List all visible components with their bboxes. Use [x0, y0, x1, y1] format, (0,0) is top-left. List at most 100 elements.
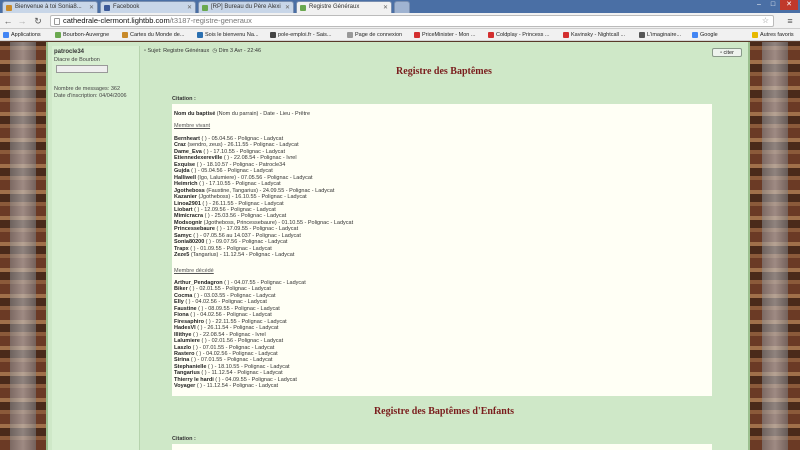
record-name: Exquise: [174, 161, 196, 168]
menu-icon[interactable]: ≡: [784, 15, 796, 27]
new-tab-button[interactable]: [394, 1, 410, 13]
record-name: Voyager: [174, 383, 196, 390]
section-title: Registre des Baptêmes d'Enfants: [373, 406, 515, 417]
bookmark-item[interactable]: Cartes du Monde de...: [122, 31, 184, 40]
message-count: Nombre de messages: 362: [54, 86, 121, 92]
bookmark-label: L'imaginaire...: [647, 32, 682, 38]
record-name: Samyc: [174, 232, 192, 239]
bookmark-item[interactable]: Bourbon-Auvergne: [55, 31, 109, 40]
favicon-icon: [202, 5, 208, 11]
citation-label: Citation :: [172, 436, 196, 442]
record-details: ( ) - 05.04.56 - Polignac - Ladycat: [199, 136, 284, 142]
google-icon: [692, 32, 698, 38]
bookmark-star-icon[interactable]: ☆: [762, 16, 769, 26]
clock-icon: ◷: [212, 48, 218, 54]
format-rest: (Nom du parrain) - Date - Lieu - Prêtre: [215, 111, 311, 117]
record-details: ( ) - 04.07.55 - Polignac - Ladycat: [222, 280, 306, 286]
record-details: ( ) - 09.07.56 - Polignac - Ladycat: [204, 239, 288, 246]
record-name: Halliwell: [174, 174, 197, 181]
record-name: Firesaphiro: [174, 318, 204, 325]
youtube-icon: [488, 32, 494, 38]
browser-tab-active[interactable]: Registre Généraux ✕: [296, 1, 392, 13]
bookmark-label: PriceMinister - Mon ...: [422, 32, 476, 38]
post-date: Dim 3 Avr - 22:46: [218, 48, 262, 54]
post-subject: Sujet: Registre Généraux: [147, 48, 210, 54]
close-icon[interactable]: ✕: [285, 4, 290, 11]
record-name: Laszlo: [174, 344, 192, 351]
record-details: ( ) - 25.03.56 - Polignac - Ladycat: [203, 213, 287, 220]
page-icon: [54, 18, 60, 25]
back-icon[interactable]: ←: [2, 15, 14, 27]
format-line: Nom du baptisé (Nom du parrain) - Date -…: [174, 111, 310, 118]
favicon-icon: [300, 5, 306, 11]
tab-title: Registre Généraux: [309, 4, 360, 10]
bookmark-item[interactable]: Google: [692, 31, 718, 40]
record-name: HadesVI: [174, 325, 196, 332]
close-icon[interactable]: ✕: [187, 4, 192, 11]
url-host: cathedrale-clermont.lightbb.com: [63, 16, 170, 25]
reload-icon[interactable]: ↻: [32, 15, 44, 27]
record-details: ( ) - 07.05.56 au 14.037 - Polignac - La…: [191, 232, 301, 239]
close-icon[interactable]: ✕: [89, 4, 94, 11]
record-details: ( ) - 12.09.56 - Polignac - Ladycat: [192, 206, 276, 213]
group-heading-deceased: Membre décédé: [174, 268, 214, 274]
record-name: Craz: [174, 142, 186, 149]
username[interactable]: patrocle34: [54, 49, 84, 55]
record-details: (Faustine, Tangarius) - 24.09.55 - Polig…: [204, 187, 335, 194]
browser-tab[interactable]: Facebook ✕: [100, 1, 196, 13]
registration-date: Date d'inscription: 04/04/2006: [54, 93, 127, 99]
bookmark-item[interactable]: Kavinsky - Nightcall ...: [563, 31, 625, 40]
bookmark-item[interactable]: Coldplay - Princess ...: [488, 31, 550, 40]
record-details: ( ) - 26.11.55 - Polignac - Ladycat: [200, 200, 284, 207]
cathedral-background-left: [0, 42, 46, 450]
quote-button[interactable]: ▫ citer: [712, 48, 742, 57]
record-details: ( ) - 04.02.56 - Polignac - Ladycat: [183, 299, 267, 306]
section-title: Registre des Baptêmes: [396, 66, 492, 77]
bookmark-favicon-icon: [270, 32, 276, 38]
record-details: ( ) - 07.01.55 - Polignac - Ladycat: [189, 357, 273, 364]
url-path: /t3187-registre-generaux: [169, 16, 252, 25]
record-details: ( ) - 17.10.55 - Polignac - Ladycat: [201, 148, 285, 155]
record-name: Kazanier: [174, 194, 197, 201]
bookmark-item[interactable]: Applications: [3, 31, 41, 40]
bookmark-item[interactable]: PriceMinister - Mon ...: [414, 31, 475, 40]
bookmark-label: Coldplay - Princess ...: [496, 32, 550, 38]
record-details: ( ) - 11.12.54 - Polignac - Ladycat: [195, 383, 279, 390]
record-name: Jgotheboss: [174, 187, 205, 194]
bookmark-favicon-icon: [414, 32, 420, 38]
user-rank-image: [56, 65, 108, 73]
record-details: ( ) - 03.03.55 - Polignac - Ladycat: [192, 292, 276, 299]
page-icon: [347, 32, 353, 38]
forward-icon[interactable]: →: [16, 15, 28, 27]
url-input[interactable]: cathedrale-clermont.lightbb.com/t3187-re…: [50, 15, 774, 27]
record-details: ( ) - 18.10.55 - Polignac - Ladycat: [206, 363, 290, 370]
bookmark-item[interactable]: Autres favoris: [752, 31, 794, 40]
format-bold: Nom du baptisé: [174, 111, 216, 117]
record-details: (Tangarius) - 11.12.54 - Polignac - Lady…: [189, 252, 295, 259]
close-icon[interactable]: ✕: [383, 4, 388, 11]
bookmark-label: Google: [700, 32, 718, 38]
bookmark-favicon-icon: [639, 32, 645, 38]
bookmark-item[interactable]: L'imaginaire...: [639, 31, 681, 40]
bookmark-item[interactable]: Page de connexion: [347, 31, 402, 40]
page-viewport: patrocle34 Diacre de Bourbon Nombre de m…: [0, 42, 800, 450]
maximize-icon[interactable]: □: [766, 0, 780, 10]
group-heading-living: Membre vivant: [174, 123, 211, 129]
record-details: ( ) - 01.09.55 - Polignac - Ladycat: [188, 245, 272, 252]
user-profile-panel: patrocle34 Diacre de Bourbon Nombre de m…: [52, 46, 140, 450]
browser-tab[interactable]: [RP] Bureau du Père Alexi ✕: [198, 1, 294, 13]
window-close-icon[interactable]: ✕: [780, 0, 798, 10]
bookmark-favicon-icon: [122, 32, 128, 38]
bookmark-item[interactable]: pole-emploi.fr - Sais...: [270, 31, 332, 40]
browser-tab-bar: Bienvenue à toi Sonia8... ✕ Facebook ✕ […: [0, 0, 800, 13]
record-name: Tangarius: [174, 370, 200, 377]
record-name: Arthur_Pendagron: [174, 280, 223, 286]
record-details: ( ) - 18.10.57 - Polignac - Patrocle34: [195, 161, 286, 168]
browser-tab[interactable]: Bienvenue à toi Sonia8... ✕: [2, 1, 98, 13]
bookmark-item[interactable]: Sois le bienvenu Na...: [197, 31, 259, 40]
pillar-decoration: [10, 42, 36, 450]
minimize-icon[interactable]: –: [752, 0, 766, 10]
record-name: Dame_Eva: [174, 148, 202, 155]
quote-block: [172, 444, 712, 450]
bookmark-label: Sois le bienvenu Na...: [205, 32, 259, 38]
